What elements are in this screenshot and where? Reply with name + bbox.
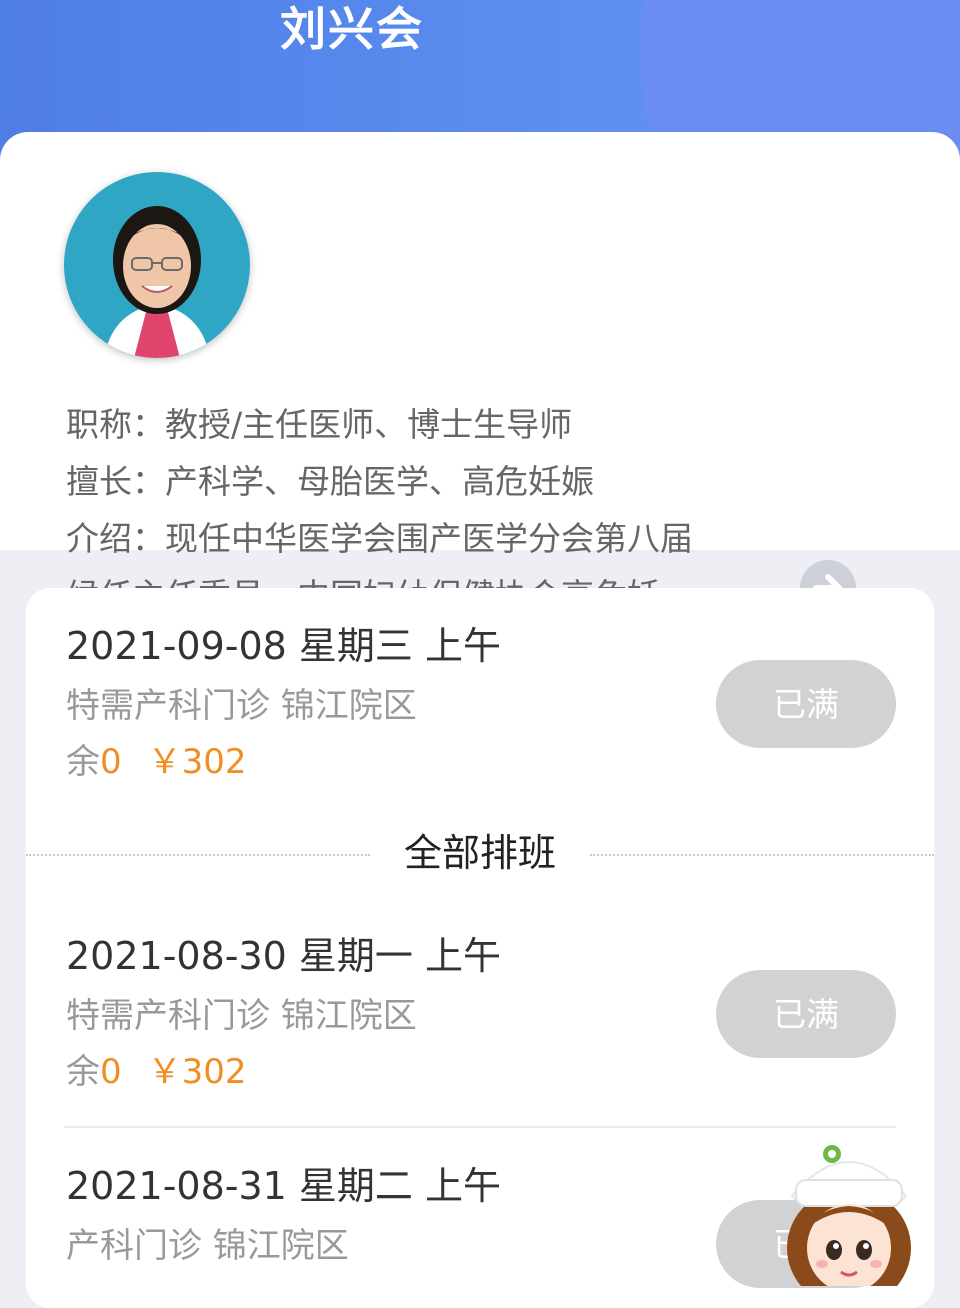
slot-price: 余0 ￥302	[66, 1052, 906, 1092]
remain-label: 余	[66, 1052, 100, 1092]
nurse-assistant-icon[interactable]	[774, 1136, 924, 1308]
divider-line-right	[590, 854, 934, 856]
all-schedule-divider: 全部排班	[26, 828, 934, 878]
all-schedule-label[interactable]: 全部排班	[396, 828, 564, 878]
slot-price: 余0 ￥302	[66, 742, 906, 782]
doctor-profile-card: 职称：教授/主任医师、博士生导师 擅长：产科学、母胎医学、高危妊娠 介绍：现任中…	[0, 132, 960, 616]
full-button[interactable]: 已满	[716, 660, 896, 748]
slot-fee: ￥302	[147, 742, 247, 782]
remain-count: 0	[100, 742, 122, 782]
remain-label: 余	[66, 742, 100, 782]
doctor-title: 职称：教授/主任医师、博士生导师	[66, 405, 573, 444]
remain-count: 0	[100, 1052, 122, 1092]
divider-line-left	[26, 854, 370, 856]
doctor-name: 刘兴会	[280, 2, 424, 56]
full-button[interactable]: 已满	[716, 970, 896, 1058]
row-divider	[64, 1126, 896, 1128]
slot-fee: ￥302	[147, 1052, 247, 1092]
doctor-avatar	[64, 172, 250, 358]
doctor-intro-line-1: 介绍：现任中华医学会围产医学分会第八届	[66, 519, 693, 558]
doctor-specialty: 擅长：产科学、母胎医学、高危妊娠	[66, 462, 594, 501]
